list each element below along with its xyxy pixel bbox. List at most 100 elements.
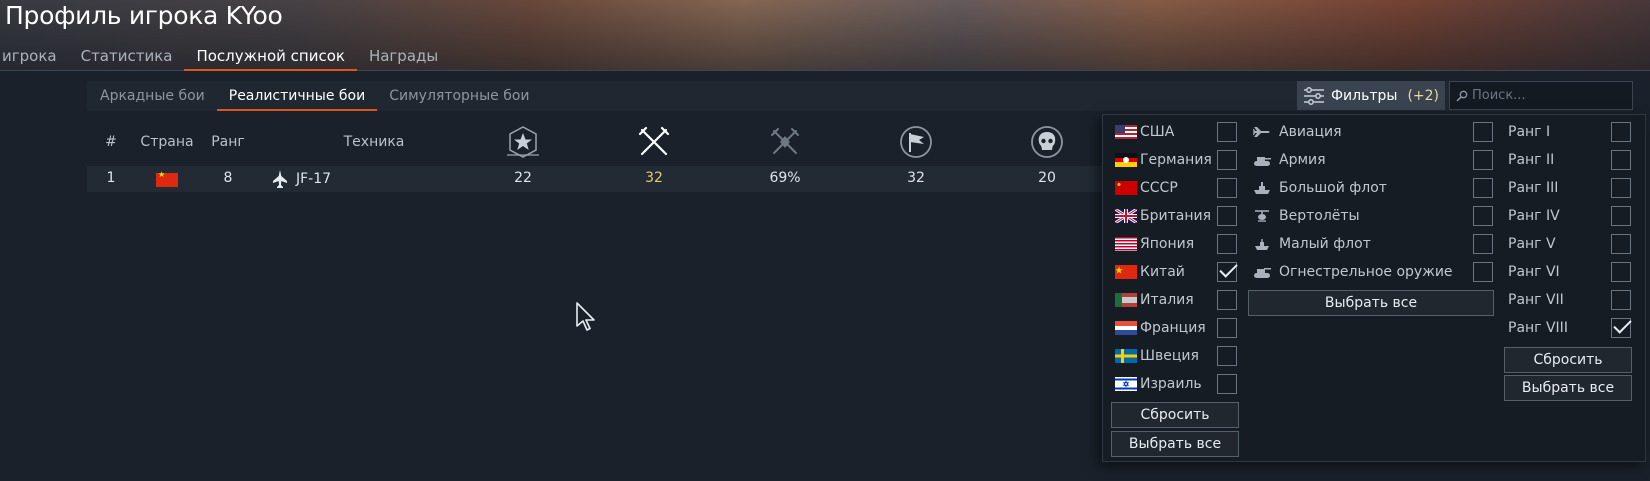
- tab-player[interactable]: игрока: [0, 42, 69, 70]
- stat-battles: 22: [514, 170, 532, 186]
- checkbox-small-fleet[interactable]: [1473, 234, 1493, 254]
- checkbox-army[interactable]: [1473, 150, 1493, 170]
- filter-type-large-fleet[interactable]: Большой флот: [1253, 175, 1387, 201]
- checkbox-usa[interactable]: [1217, 122, 1237, 142]
- column-rank[interactable]: Ранг: [211, 134, 245, 150]
- filter-nation-sweden[interactable]: Швеция: [1115, 343, 1199, 369]
- column-country[interactable]: Страна: [140, 134, 193, 150]
- filter-nation-label: Япония: [1140, 236, 1195, 252]
- checkbox-germany[interactable]: [1217, 150, 1237, 170]
- filter-nation-italy[interactable]: Италия: [1115, 287, 1194, 313]
- checkbox-rank-6[interactable]: [1611, 262, 1631, 282]
- israel-flag-icon: [1115, 377, 1137, 391]
- checkbox-sweden[interactable]: [1217, 346, 1237, 366]
- row-number: 1: [106, 170, 116, 186]
- tab-awards[interactable]: Награды: [357, 42, 450, 70]
- ranks-select-all-button[interactable]: Выбрать все: [1504, 375, 1632, 401]
- tank-icon: [1254, 157, 1271, 166]
- nations-reset-button[interactable]: Сбросить: [1111, 402, 1239, 428]
- checkbox-rank-7[interactable]: [1611, 290, 1631, 310]
- checkbox-firearms[interactable]: [1473, 262, 1493, 282]
- filter-type-firearms[interactable]: Огнестрельное оружие: [1253, 259, 1453, 285]
- vehicle-name: JF-17: [296, 171, 332, 187]
- filter-type-aviation[interactable]: Авиация: [1253, 119, 1342, 145]
- battle-mode-tabs: Аркадные бои Реалистичные бои Симуляторн…: [88, 83, 542, 111]
- search-input[interactable]: [1472, 88, 1632, 103]
- filter-nation-label: Китай: [1140, 264, 1185, 280]
- flag-capture-icon[interactable]: [898, 124, 934, 160]
- filter-nation-france[interactable]: Франция: [1115, 315, 1206, 341]
- filter-nation-germany[interactable]: Германия: [1115, 147, 1212, 173]
- filter-type-small-fleet[interactable]: Малый флот: [1253, 231, 1371, 257]
- checkbox-rank-2[interactable]: [1611, 150, 1631, 170]
- checkbox-rank-8[interactable]: [1611, 318, 1631, 338]
- checkbox-large-fleet[interactable]: [1473, 178, 1493, 198]
- filter-panel: США Германия СССР Британия Япония Китай …: [1102, 114, 1646, 462]
- profile-header: Профиль игрока KYoo игрока Статистика По…: [0, 0, 1650, 71]
- filter-nation-label: Британия: [1140, 208, 1211, 224]
- tab-realistic-battles[interactable]: Реалистичные бои: [216, 83, 378, 111]
- checkbox-rank-4[interactable]: [1611, 206, 1631, 226]
- large-ship-icon: [1254, 182, 1270, 194]
- firearm-icon: [1254, 268, 1271, 278]
- filter-nation-japan[interactable]: Япония: [1115, 231, 1194, 257]
- tab-service-record[interactable]: Послужной список: [184, 42, 358, 71]
- filter-rank-label: Ранг VI: [1508, 264, 1560, 280]
- column-number[interactable]: #: [105, 134, 117, 150]
- tab-statistics[interactable]: Статистика: [69, 42, 185, 70]
- filter-type-army[interactable]: Армия: [1253, 147, 1326, 173]
- filter-rank-6[interactable]: Ранг VI: [1508, 259, 1560, 285]
- filter-nation-britain[interactable]: Британия: [1115, 203, 1211, 229]
- tab-simulator-battles[interactable]: Симуляторные бои: [377, 83, 541, 110]
- filter-nation-ussr[interactable]: СССР: [1115, 175, 1178, 201]
- checkbox-ussr[interactable]: [1217, 178, 1237, 198]
- filters-count-badge: (+2): [1407, 87, 1439, 104]
- win-rate-icon[interactable]: [767, 124, 803, 160]
- filter-type-label: Большой флот: [1279, 180, 1387, 196]
- nations-select-all-button[interactable]: Выбрать все: [1111, 431, 1239, 457]
- filters-button[interactable]: Фильтры (+2): [1297, 81, 1445, 110]
- tab-arcade-battles[interactable]: Аркадные бои: [88, 83, 217, 110]
- filter-rank-8[interactable]: Ранг VIII: [1508, 315, 1568, 341]
- checkbox-israel[interactable]: [1217, 374, 1237, 394]
- battles-icon[interactable]: [505, 124, 541, 160]
- checkbox-italy[interactable]: [1217, 290, 1237, 310]
- filter-nation-label: Швеция: [1140, 348, 1199, 364]
- filter-nation-label: Франция: [1140, 320, 1206, 336]
- table-row[interactable]: [87, 166, 1107, 192]
- filter-nation-usa[interactable]: США: [1115, 119, 1174, 145]
- search-box[interactable]: [1449, 81, 1633, 110]
- ranks-reset-button[interactable]: Сбросить: [1504, 347, 1632, 373]
- row-vehicle[interactable]: JF-17: [272, 170, 331, 188]
- sweden-flag-icon: [1115, 349, 1137, 363]
- checkbox-aviation[interactable]: [1473, 122, 1493, 142]
- checkbox-helicopters[interactable]: [1473, 206, 1493, 226]
- checkbox-france[interactable]: [1217, 318, 1237, 338]
- filter-rank-3[interactable]: Ранг III: [1508, 175, 1558, 201]
- victories-crossed-swords-icon[interactable]: [636, 124, 672, 160]
- checkbox-japan[interactable]: [1217, 234, 1237, 254]
- checkbox-china[interactable]: [1217, 262, 1237, 282]
- filter-nation-label: Германия: [1140, 152, 1212, 168]
- filter-rank-4[interactable]: Ранг IV: [1508, 203, 1560, 229]
- checkbox-rank-3[interactable]: [1611, 178, 1631, 198]
- helicopter-icon: [1255, 210, 1269, 222]
- types-select-all-button[interactable]: Выбрать все: [1248, 290, 1494, 316]
- filter-rank-5[interactable]: Ранг V: [1508, 231, 1556, 257]
- profile-tabs: игрока Статистика Послужной список Награ…: [0, 42, 450, 71]
- filter-rank-1[interactable]: Ранг I: [1508, 119, 1550, 145]
- checkbox-rank-1[interactable]: [1611, 122, 1631, 142]
- skull-kills-icon[interactable]: [1029, 124, 1065, 160]
- filter-rank-label: Ранг II: [1508, 152, 1555, 168]
- filter-nation-israel[interactable]: Израиль: [1115, 371, 1202, 397]
- stat-kills: 20: [1038, 170, 1056, 186]
- checkbox-rank-5[interactable]: [1611, 234, 1631, 254]
- column-vehicle[interactable]: Техника: [344, 134, 405, 150]
- checkbox-britain[interactable]: [1217, 206, 1237, 226]
- italy-flag-icon: [1115, 293, 1137, 307]
- filter-rank-7[interactable]: Ранг VII: [1508, 287, 1564, 313]
- filters-label: Фильтры: [1331, 87, 1398, 104]
- filter-type-helicopters[interactable]: Вертолёты: [1253, 203, 1360, 229]
- filter-rank-2[interactable]: Ранг II: [1508, 147, 1554, 173]
- filter-nation-china[interactable]: Китай: [1115, 259, 1185, 285]
